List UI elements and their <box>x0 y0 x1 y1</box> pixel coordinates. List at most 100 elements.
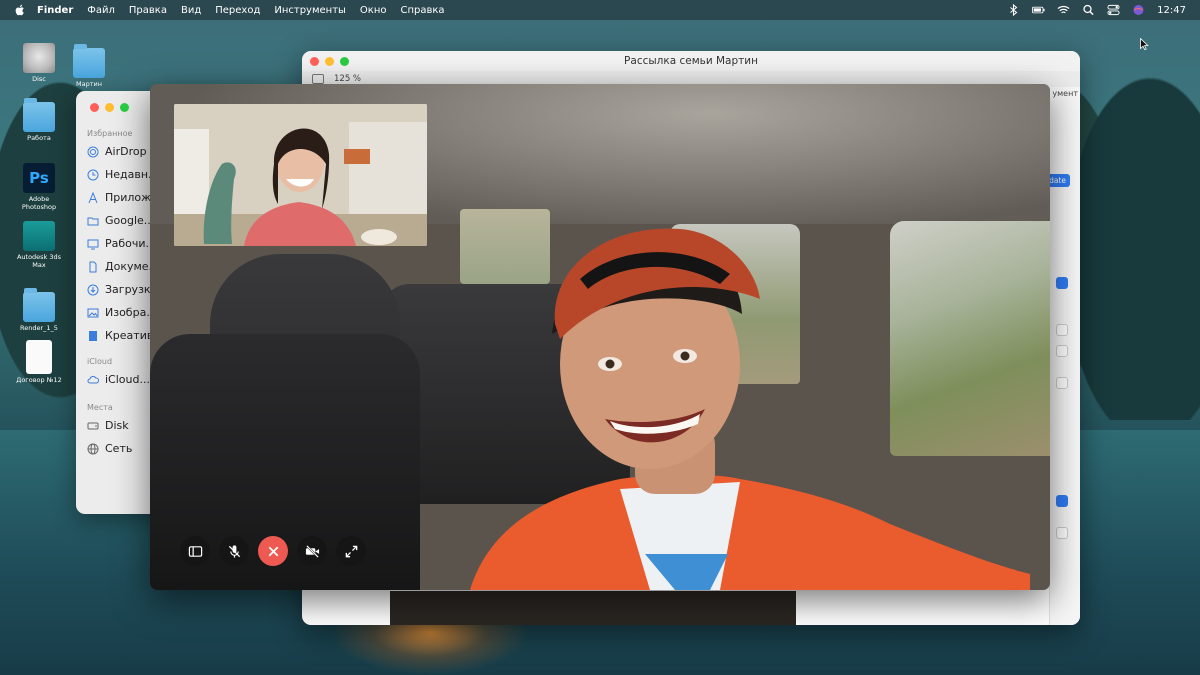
sidebar-item-airdrop[interactable]: AirDrop <box>87 145 147 158</box>
minimize-button[interactable] <box>105 103 114 112</box>
download-icon <box>87 284 99 295</box>
desktop-icon-work[interactable]: Работа <box>14 98 64 142</box>
wifi-icon[interactable] <box>1057 4 1070 16</box>
zoom-select[interactable]: 125 % <box>334 74 361 84</box>
pages-window-title: Рассылка семьи Мартин <box>624 55 758 67</box>
desktop-icon-disc[interactable]: Disc <box>14 43 64 83</box>
close-button[interactable] <box>310 56 319 66</box>
sidebar-item-label: AirDrop <box>105 145 147 158</box>
sidebar-item-icloud-drive[interactable]: iCloud... <box>87 373 150 386</box>
sidebar-header-favorites: Избранное <box>87 129 133 138</box>
dropdown-control[interactable] <box>1056 527 1068 539</box>
cloud-icon <box>87 375 99 383</box>
desktop-icon-label: Мартин <box>76 80 102 88</box>
desktop-icon-martin[interactable]: Мартин <box>64 44 114 88</box>
sidebar-item-google[interactable]: Google... <box>87 214 154 227</box>
menu-help[interactable]: Справка <box>401 5 445 16</box>
creative-cloud-icon <box>89 330 97 341</box>
mute-button[interactable] <box>219 536 249 566</box>
checkbox-control[interactable] <box>1056 345 1068 357</box>
menu-view[interactable]: Вид <box>181 5 201 16</box>
disk-icon <box>23 43 55 73</box>
menu-edit[interactable]: Правка <box>129 5 167 16</box>
menu-bar: Finder Файл Правка Вид Переход Инструмен… <box>0 0 1200 20</box>
folder-icon <box>23 98 55 132</box>
desktop-icon-label: Autodesk 3ds Max <box>16 253 62 269</box>
minimize-button[interactable] <box>325 56 334 66</box>
menu-window[interactable]: Окно <box>360 5 387 16</box>
sidebar-item-disk[interactable]: Disk <box>87 419 129 432</box>
video-slash-icon <box>305 544 319 558</box>
call-controls <box>180 536 366 566</box>
sidebar-item-creative[interactable]: Креатив <box>87 329 153 342</box>
format-sidebar: date <box>1045 87 1080 625</box>
zoom-button[interactable] <box>120 103 129 112</box>
desktop-icon-contract[interactable]: Договор №12 <box>14 340 64 384</box>
close-icon <box>268 546 278 556</box>
document-tab-label[interactable]: умент <box>1052 89 1078 98</box>
sidebar-item-recents[interactable]: Недавн... <box>87 168 159 181</box>
view-menu-icon[interactable] <box>312 74 324 84</box>
3dsmax-icon <box>23 221 55 251</box>
menu-go[interactable]: Переход <box>215 5 260 16</box>
self-view-pip[interactable] <box>174 104 427 246</box>
desktop-icon-render[interactable]: Render_1_5 <box>14 288 64 332</box>
desktop-icon-label: Disc <box>32 75 46 83</box>
search-icon[interactable] <box>1082 4 1095 16</box>
stepper-control[interactable] <box>1056 495 1068 507</box>
video-toggle-button[interactable] <box>297 536 327 566</box>
mouse-pointer-icon <box>1140 38 1149 50</box>
zoom-button[interactable] <box>340 56 349 66</box>
sidebar-item-label: Google... <box>105 214 155 227</box>
window-controls <box>310 56 349 66</box>
menu-clock[interactable]: 12:47 <box>1157 5 1186 16</box>
microphone-slash-icon <box>228 544 240 558</box>
control-center-icon[interactable] <box>1107 4 1120 16</box>
globe-icon <box>87 443 99 454</box>
document-icon <box>89 261 97 272</box>
fullscreen-button[interactable] <box>336 536 366 566</box>
sidebar-toggle-button[interactable] <box>180 536 210 566</box>
sidebar-item-documents[interactable]: Докуме... <box>87 260 159 273</box>
menu-tools[interactable]: Инструменты <box>274 5 346 16</box>
folder-icon <box>23 288 55 322</box>
dropdown-control[interactable] <box>1056 324 1068 336</box>
airdrop-icon <box>87 146 99 157</box>
image-icon <box>87 308 99 317</box>
remote-caller-video <box>470 228 1030 590</box>
folder-icon <box>73 44 105 78</box>
sidebar-item-desktop[interactable]: Рабочи... <box>87 237 156 250</box>
desktop-icon-label: Договор №12 <box>16 376 62 384</box>
desktop-icon-3dsmax[interactable]: Autodesk 3ds Max <box>14 221 64 269</box>
facetime-window[interactable] <box>150 84 1050 590</box>
sidebar-item-pictures[interactable]: Изобра... <box>87 306 157 319</box>
sidebar-item-label: iCloud... <box>105 373 150 386</box>
window-controls <box>90 103 129 112</box>
menu-app-name[interactable]: Finder <box>37 5 73 16</box>
folder-icon <box>87 217 99 225</box>
battery-icon[interactable] <box>1032 4 1045 16</box>
desktop-icon-label: Adobe Photoshop <box>21 195 57 211</box>
photoshop-icon: Ps <box>23 163 55 193</box>
sidebar-icon <box>188 545 202 557</box>
end-call-button[interactable] <box>258 536 288 566</box>
sidebar-header-places: Места <box>87 403 113 412</box>
menu-file[interactable]: Файл <box>87 5 115 16</box>
color-wheel-icon[interactable] <box>1056 377 1068 389</box>
siri-icon[interactable] <box>1132 4 1145 16</box>
stepper-control[interactable] <box>1056 277 1068 289</box>
close-button[interactable] <box>90 103 99 112</box>
bluetooth-icon[interactable] <box>1007 4 1020 16</box>
desktop-icon-photoshop[interactable]: Ps Adobe Photoshop <box>14 163 64 211</box>
sidebar-item-network[interactable]: Сеть <box>87 442 132 455</box>
apple-logo-icon[interactable] <box>13 3 27 17</box>
document-image-strip <box>390 591 796 625</box>
sidebar-item-label: Сеть <box>105 442 133 455</box>
sidebar-item-label: Креатив <box>105 329 154 342</box>
clock-icon <box>87 169 99 180</box>
desktop-icon-label: Работа <box>27 134 51 142</box>
pages-titlebar[interactable]: Рассылка семьи Мартин <box>302 51 1080 71</box>
sidebar-item-label: Disk <box>105 419 129 432</box>
self-view-video <box>174 104 427 246</box>
sidebar-header-icloud: iCloud <box>87 357 113 366</box>
